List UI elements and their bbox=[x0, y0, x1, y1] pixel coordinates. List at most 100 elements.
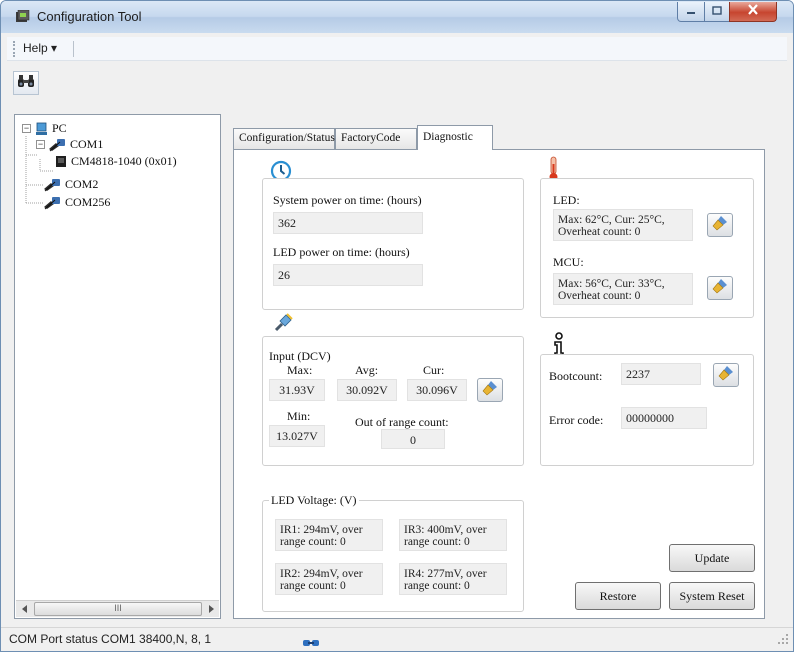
led-temp-line: Overheat count: 0 bbox=[558, 226, 641, 238]
menu-separator bbox=[73, 41, 74, 57]
maximize-button[interactable] bbox=[704, 2, 730, 22]
help-menu[interactable]: Help ▾ bbox=[19, 39, 61, 57]
temperature-group: LED: Max: 62°C, Cur: 25°C, Overheat coun… bbox=[540, 178, 754, 318]
close-icon bbox=[747, 4, 759, 19]
system-reset-button[interactable]: System Reset bbox=[669, 582, 755, 610]
tree-horizontal-scrollbar[interactable]: III bbox=[16, 600, 219, 617]
tab-configuration-status[interactable]: Configuration/Status bbox=[233, 128, 335, 149]
ir2-value: IR2: 294mV, over range count: 0 bbox=[275, 563, 383, 595]
input-max-label: Max: bbox=[287, 363, 313, 377]
input-min-label: Min: bbox=[287, 409, 311, 423]
led-temp-value: Max: 62°C, Cur: 25°C, Overheat count: 0 bbox=[553, 209, 693, 241]
error-code-value: 00000000 bbox=[621, 407, 707, 429]
restore-button[interactable]: Restore bbox=[575, 582, 661, 610]
reset-bootcount-button[interactable] bbox=[713, 363, 739, 387]
port-icon bbox=[43, 196, 61, 210]
input-avg-label: Avg: bbox=[355, 363, 379, 377]
tree-node-label: COM1 bbox=[70, 137, 104, 151]
menu-grip[interactable] bbox=[13, 41, 15, 57]
tree-node-label: CM4818-1040 (0x01) bbox=[71, 154, 177, 168]
close-button[interactable] bbox=[729, 2, 777, 22]
ir-line: IR3: 400mV, over bbox=[404, 524, 487, 536]
input-min-value: 13.027V bbox=[269, 425, 325, 447]
collapse-icon[interactable]: − bbox=[36, 140, 45, 149]
maximize-icon bbox=[712, 4, 722, 19]
resize-grip-icon[interactable] bbox=[777, 633, 789, 649]
led-power-value: 26 bbox=[273, 264, 423, 286]
mcu-temp-line: Overheat count: 0 bbox=[558, 290, 641, 302]
brush-icon bbox=[711, 214, 729, 236]
ir3-value: IR3: 400mV, over range count: 0 bbox=[399, 519, 507, 551]
mcu-temp-label: MCU: bbox=[553, 255, 584, 269]
reset-led-temp-button[interactable] bbox=[707, 213, 733, 237]
error-code-label: Error code: bbox=[549, 413, 604, 427]
brush-icon bbox=[717, 364, 735, 386]
tab-diagnostic[interactable]: Diagnostic bbox=[417, 125, 493, 150]
input-avg-value: 30.092V bbox=[337, 379, 397, 401]
minimize-button[interactable] bbox=[677, 2, 705, 22]
port-icon bbox=[43, 178, 61, 192]
port-icon bbox=[48, 138, 66, 152]
tree-node-label: COM256 bbox=[65, 195, 111, 209]
reset-mcu-temp-button[interactable] bbox=[707, 276, 733, 300]
input-max-value: 31.93V bbox=[269, 379, 325, 401]
out-of-range-value: 0 bbox=[381, 429, 445, 449]
led-voltage-title: LED Voltage: (V) bbox=[269, 493, 359, 508]
tree-node-label: COM2 bbox=[65, 177, 99, 191]
tree-node-label: PC bbox=[52, 121, 67, 135]
power-on-time-group: System power on time: (hours) 362 LED po… bbox=[262, 178, 524, 310]
scroll-left-icon[interactable] bbox=[16, 601, 33, 617]
tree-node-com1[interactable]: − COM1 bbox=[36, 137, 103, 152]
scroll-thumb[interactable]: III bbox=[34, 602, 202, 616]
ir-line: range count: 0 bbox=[404, 580, 470, 592]
app-icon bbox=[15, 9, 31, 24]
ir-line: range count: 0 bbox=[280, 580, 346, 592]
brush-icon bbox=[481, 379, 499, 401]
diagnostic-panel: System power on time: (hours) 362 LED po… bbox=[233, 149, 765, 619]
ir-line: IR2: 294mV, over bbox=[280, 568, 363, 580]
input-cur-label: Cur: bbox=[423, 363, 445, 377]
system-power-value: 362 bbox=[273, 212, 423, 234]
system-power-label: System power on time: (hours) bbox=[273, 193, 422, 207]
led-voltage-group: LED Voltage: (V) IR1: 294mV, over range … bbox=[262, 493, 524, 612]
mcu-temp-value: Max: 56°C, Cur: 33°C, Overheat count: 0 bbox=[553, 273, 693, 305]
chevron-down-icon: ▾ bbox=[51, 41, 58, 55]
tree-node-com2[interactable]: COM2 bbox=[43, 177, 98, 192]
led-power-label: LED power on time: (hours) bbox=[273, 245, 410, 259]
tree-node-cm4818[interactable]: CM4818-1040 (0x01) bbox=[55, 154, 177, 169]
scroll-right-icon[interactable] bbox=[202, 601, 219, 617]
ir-line: IR4: 277mV, over bbox=[404, 568, 487, 580]
reset-input-button[interactable] bbox=[477, 378, 503, 402]
led-temp-label: LED: bbox=[553, 193, 580, 207]
input-dcv-title: Input (DCV) bbox=[269, 349, 331, 363]
window-title: Configuration Tool bbox=[37, 9, 142, 24]
device-tree[interactable]: − PC − COM1 CM4818-1040 (0x01) COM2 COM2… bbox=[14, 114, 221, 619]
update-button[interactable]: Update bbox=[669, 544, 755, 572]
search-device-button[interactable] bbox=[13, 71, 39, 95]
binoculars-icon bbox=[17, 74, 35, 92]
minimize-icon bbox=[686, 4, 696, 19]
led-temp-line: Max: 62°C, Cur: 25°C, bbox=[558, 214, 665, 226]
status-bar: COM Port status COM1 38400,N, 8, 1 bbox=[1, 627, 793, 651]
tab-factory-code[interactable]: FactoryCode bbox=[335, 128, 417, 149]
ir4-value: IR4: 277mV, over range count: 0 bbox=[399, 563, 507, 595]
tree-node-com256[interactable]: COM256 bbox=[43, 195, 110, 210]
computer-icon bbox=[34, 122, 48, 136]
out-of-range-label: Out of range count: bbox=[355, 415, 449, 429]
bootcount-value: 2237 bbox=[621, 363, 701, 385]
menu-bar: Help ▾ bbox=[7, 37, 787, 61]
connection-icon bbox=[303, 636, 319, 651]
bootcount-label: Bootcount: bbox=[549, 369, 603, 383]
app-window: Configuration Tool Help ▾ − PC − COM1 CM… bbox=[0, 0, 794, 652]
title-bar[interactable]: Configuration Tool bbox=[1, 1, 793, 33]
info-group: Bootcount: 2237 Error code: 00000000 bbox=[540, 354, 754, 466]
ir-line: range count: 0 bbox=[404, 536, 470, 548]
help-menu-label: Help bbox=[23, 41, 48, 55]
ir1-value: IR1: 294mV, over range count: 0 bbox=[275, 519, 383, 551]
tree-node-pc[interactable]: − PC bbox=[22, 121, 67, 136]
brush-icon bbox=[711, 277, 729, 299]
input-dcv-group: Input (DCV) Max: Avg: Cur: 31.93V 30.092… bbox=[262, 336, 524, 466]
mcu-temp-line: Max: 56°C, Cur: 33°C, bbox=[558, 278, 665, 290]
collapse-icon[interactable]: − bbox=[22, 124, 31, 133]
com-port-status: COM Port status COM1 38400,N, 8, 1 bbox=[9, 632, 212, 646]
